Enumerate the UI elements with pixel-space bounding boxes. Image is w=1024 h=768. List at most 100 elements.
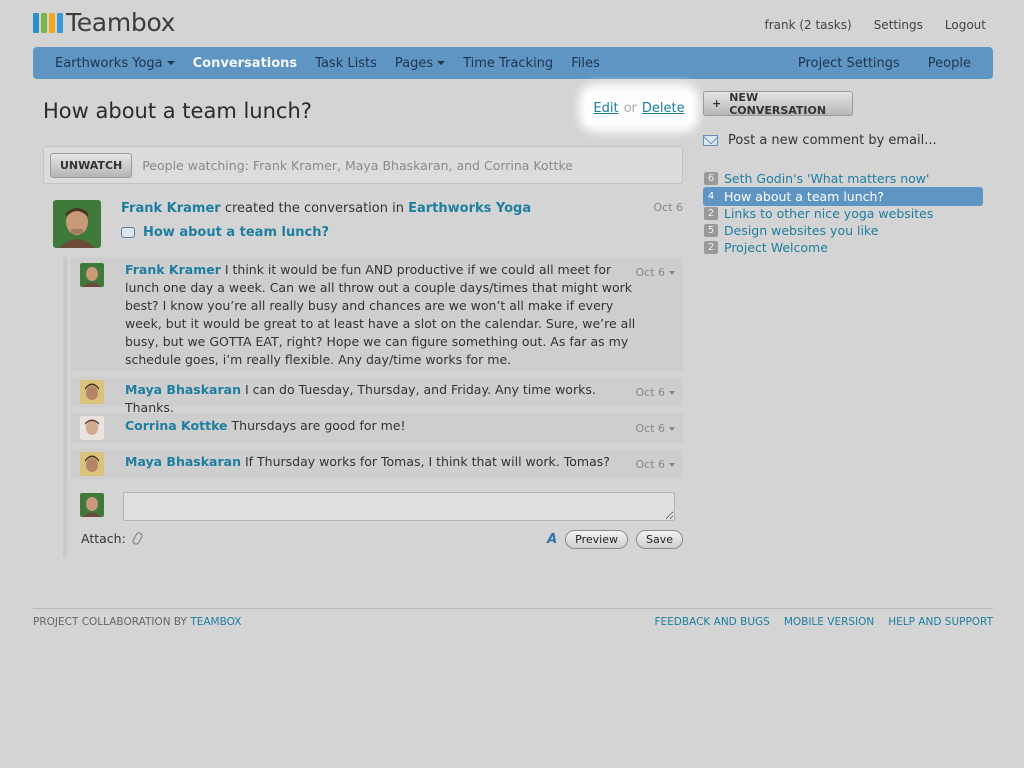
comment-item: Maya Bhaskaran If Thursday works for Tom… <box>71 449 683 479</box>
save-button[interactable]: Save <box>635 530 683 549</box>
nav-conversations[interactable]: Conversations <box>193 56 298 71</box>
conversation-list-item[interactable]: 6 Seth Godin's 'What matters now' <box>703 170 983 187</box>
nav-project-settings[interactable]: Project Settings <box>798 56 900 71</box>
nav-time-tracking[interactable]: Time Tracking <box>463 56 553 71</box>
reply-form: Attach: A Preview Save <box>71 487 683 557</box>
edit-link[interactable]: Edit <box>593 101 618 116</box>
conversation-list-item[interactable]: 5 Design websites you like <box>703 222 983 239</box>
nav-project-label: Earthworks Yoga <box>55 55 163 71</box>
logo-text: Teambox <box>66 8 176 37</box>
comment-item: Frank Kramer I think it would be fun AND… <box>71 257 683 371</box>
avatar[interactable] <box>53 200 101 248</box>
mobile-version-link[interactable]: MOBILE VERSION <box>784 616 874 628</box>
comment-count-badge: 4 <box>707 191 715 202</box>
new-conversation-button[interactable]: + NEW CONVERSATION <box>703 90 853 117</box>
conversation-title: Seth Godin's 'What matters now' <box>724 171 930 186</box>
post-by-email-link[interactable]: Post a new comment by email... <box>703 133 937 148</box>
main-nav: Earthworks Yoga Conversations Task Lists… <box>33 47 993 79</box>
conversation-title: Project Welcome <box>724 240 828 255</box>
comment-date: Oct 6 <box>635 266 665 279</box>
starter-action-text: created the conversation in <box>224 201 404 216</box>
chevron-down-icon <box>669 462 675 467</box>
conversation-list-item[interactable]: 2 Project Welcome <box>703 239 983 256</box>
new-conversation-label: NEW CONVERSATION <box>729 90 827 117</box>
comment-author-link[interactable]: Corrina Kottke <box>125 418 228 433</box>
nav-project-dropdown[interactable]: Earthworks Yoga <box>55 56 175 71</box>
footer: PROJECT COLLABORATION BY TEAMBOX FEEDBAC… <box>33 608 993 628</box>
comment-date: Oct 6 <box>635 458 665 471</box>
starter-author-link[interactable]: Frank Kramer <box>121 201 221 216</box>
comment-item: Maya Bhaskaran I can do Tuesday, Thursda… <box>71 377 683 415</box>
logo-mark-icon <box>33 12 63 33</box>
nav-task-lists[interactable]: Task Lists <box>315 56 377 71</box>
avatar[interactable] <box>80 416 104 440</box>
conversation-title: Links to other nice yoga websites <box>724 206 934 221</box>
comment-thread: Frank Kramer I think it would be fun AND… <box>63 257 683 557</box>
comment-text: If Thursday works for Tomas, I think tha… <box>244 454 610 469</box>
footer-teambox-link[interactable]: TEAMBOX <box>190 616 241 628</box>
conversation-list-item-active[interactable]: 4 How about a team lunch? <box>703 187 983 206</box>
conversation-list-item[interactable]: 2 Links to other nice yoga websites <box>703 205 983 222</box>
comment-date-menu[interactable]: Oct 6 <box>635 458 675 471</box>
settings-link[interactable]: Settings <box>874 18 923 32</box>
watchers-text: People watching: Frank Kramer, Maya Bhas… <box>142 157 573 173</box>
starter-project-link[interactable]: Earthworks Yoga <box>408 201 531 216</box>
comment-input[interactable] <box>123 492 675 521</box>
comment-date: Oct 6 <box>635 386 665 399</box>
logout-link[interactable]: Logout <box>945 18 986 32</box>
chevron-down-icon <box>669 270 675 275</box>
conversation-subject: How about a team lunch? <box>121 225 329 240</box>
user-links: frank (2 tasks) Settings Logout <box>764 18 986 32</box>
comment-date-menu[interactable]: Oct 6 <box>635 266 675 279</box>
conversation-title: Design websites you like <box>724 223 879 238</box>
watch-bar: UNWATCH People watching: Frank Kramer, M… <box>43 146 683 184</box>
comment-date: Oct 6 <box>635 422 665 435</box>
avatar <box>80 493 104 517</box>
reply-buttons: A Preview Save <box>547 530 683 549</box>
comment-text: I think it would be fun AND productive i… <box>125 262 636 367</box>
chevron-down-icon <box>437 61 446 65</box>
comment-author-link[interactable]: Maya Bhaskaran <box>125 454 241 469</box>
comment-body: Frank Kramer I think it would be fun AND… <box>125 261 645 369</box>
preview-button[interactable]: Preview <box>565 530 628 549</box>
help-support-link[interactable]: HELP AND SUPPORT <box>888 616 993 628</box>
comment-body: Maya Bhaskaran If Thursday works for Tom… <box>125 453 645 471</box>
nav-pages-dropdown[interactable]: Pages <box>394 55 446 71</box>
user-tasks-link[interactable]: frank (2 tasks) <box>764 18 851 32</box>
teambox-logo[interactable]: Teambox <box>33 8 175 37</box>
comment-date-menu[interactable]: Oct 6 <box>635 422 675 435</box>
chevron-down-icon <box>166 61 175 65</box>
paperclip-icon[interactable] <box>131 531 144 546</box>
comment-author-link[interactable]: Frank Kramer <box>125 262 221 277</box>
nav-pages-label: Pages <box>394 55 434 71</box>
comment-author-link[interactable]: Maya Bhaskaran <box>125 382 241 397</box>
nav-people[interactable]: People <box>928 56 971 71</box>
comment-count-badge: 2 <box>704 207 718 220</box>
comment-count-badge: 2 <box>704 241 718 254</box>
envelope-icon <box>703 135 718 146</box>
comment-count-badge: 6 <box>704 172 718 185</box>
avatar[interactable] <box>80 380 104 404</box>
delete-link[interactable]: Delete <box>642 101 685 116</box>
subject-link[interactable]: How about a team lunch? <box>143 225 329 240</box>
nav-files[interactable]: Files <box>571 56 600 71</box>
comment-item: Corrina Kottke Thursdays are good for me… <box>71 413 683 443</box>
page-title: How about a team lunch? <box>43 99 312 123</box>
chevron-down-icon <box>669 426 675 431</box>
unwatch-button[interactable]: UNWATCH <box>50 152 133 178</box>
feedback-link[interactable]: FEEDBACK AND BUGS <box>655 616 770 628</box>
edit-delete-box: Edit or Delete <box>585 90 693 126</box>
footer-credit: PROJECT COLLABORATION BY TEAMBOX <box>33 616 241 628</box>
text-format-icon[interactable]: A <box>547 532 557 547</box>
starter-line: Frank Kramer created the conversation in… <box>121 201 531 216</box>
avatar[interactable] <box>80 452 104 476</box>
conversation-list: 6 Seth Godin's 'What matters now' 4 How … <box>703 170 983 256</box>
or-separator: or <box>623 100 637 116</box>
comment-text: Thursdays are good for me! <box>231 418 406 433</box>
attach-label: Attach: <box>81 531 126 546</box>
comment-body: Maya Bhaskaran I can do Tuesday, Thursda… <box>125 381 645 417</box>
avatar[interactable] <box>80 263 104 287</box>
comment-date-menu[interactable]: Oct 6 <box>635 386 675 399</box>
comment-count-badge: 5 <box>704 224 718 237</box>
conversation-title: How about a team lunch? <box>724 189 885 204</box>
